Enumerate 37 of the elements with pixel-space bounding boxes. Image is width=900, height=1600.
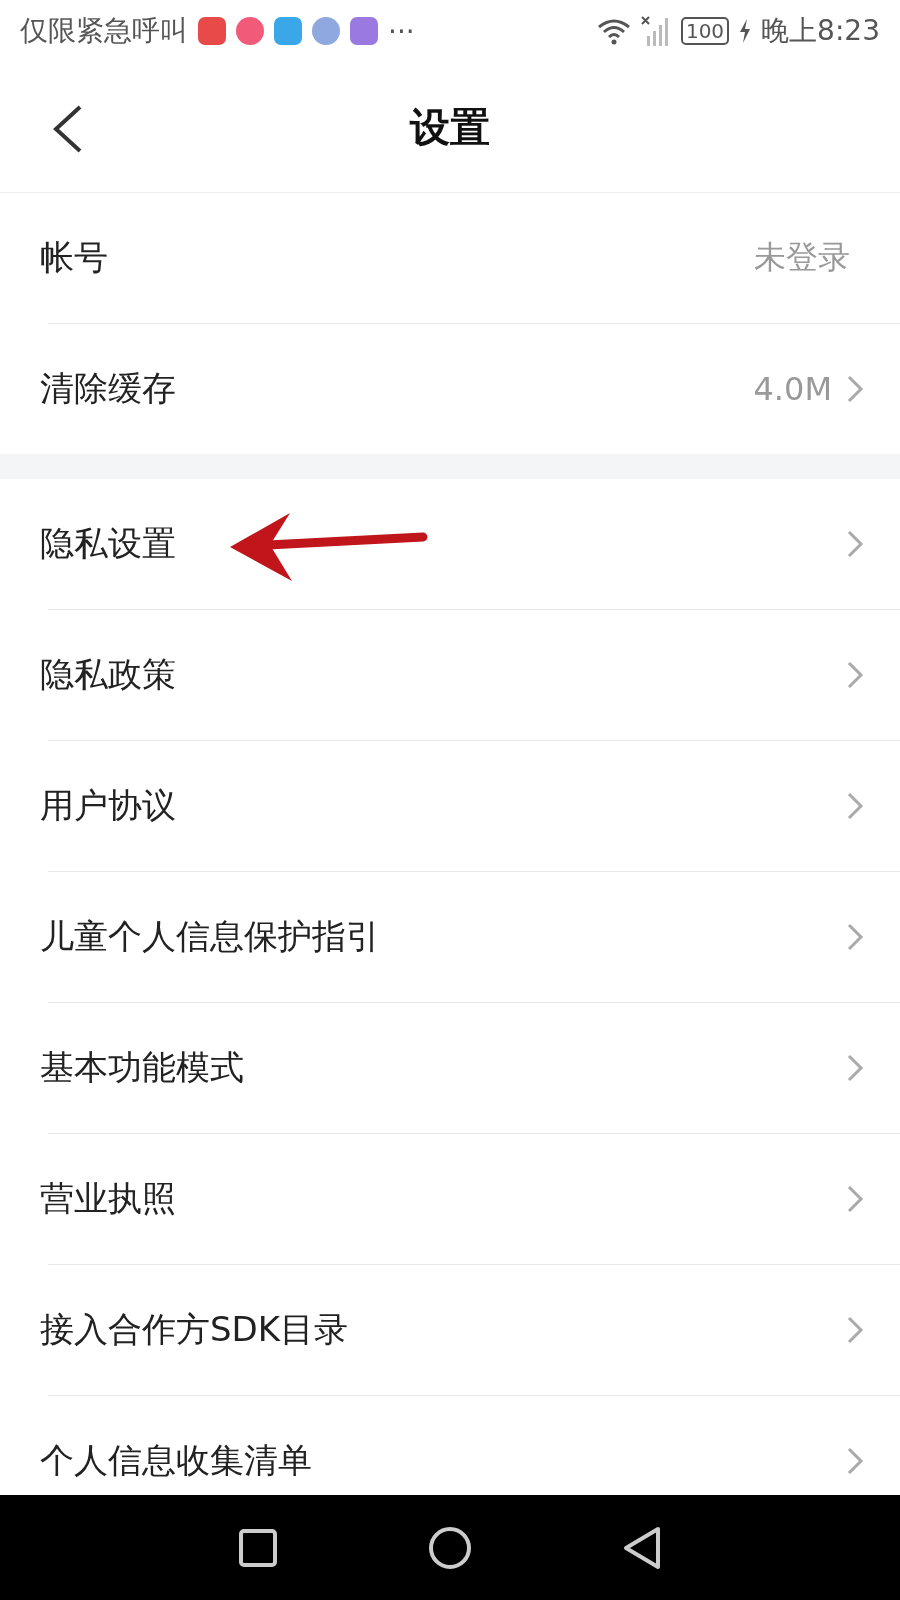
app-icon <box>198 17 226 45</box>
settings-row[interactable]: 帐号 未登录 <box>0 193 900 323</box>
settings-row[interactable]: 清除缓存 4.0M <box>0 324 900 454</box>
battery-level: 100 <box>680 17 730 45</box>
back-nav-icon[interactable] <box>622 1525 662 1570</box>
settings-row[interactable]: 营业执照 <box>0 1134 900 1264</box>
settings-row[interactable]: 隐私设置 <box>0 479 900 609</box>
recent-apps-icon[interactable] <box>238 1527 278 1568</box>
row-label: 基本功能模式 <box>40 1046 244 1089</box>
app-icon <box>236 17 264 45</box>
row-label: 接入合作方SDK目录 <box>40 1308 349 1351</box>
settings-row[interactable]: 个人信息收集清单 <box>0 1396 900 1495</box>
app-icon <box>350 17 378 45</box>
status-notice: 仅限紧急呼叫 <box>20 13 188 49</box>
settings-row[interactable]: 接入合作方SDK目录 <box>0 1265 900 1395</box>
settings-row[interactable]: 隐私政策 <box>0 610 900 740</box>
settings-row[interactable]: 儿童个人信息保护指引 <box>0 872 900 1002</box>
row-label: 隐私政策 <box>40 653 176 696</box>
settings-row[interactable]: 基本功能模式 <box>0 1003 900 1133</box>
settings-row[interactable]: 用户协议 <box>0 741 900 871</box>
row-label: 用户协议 <box>40 784 176 827</box>
row-label: 隐私设置 <box>40 522 176 565</box>
row-label: 帐号 <box>40 236 108 279</box>
row-label: 个人信息收集清单 <box>40 1439 312 1482</box>
row-label: 儿童个人信息保护指引 <box>40 915 380 958</box>
row-label: 营业执照 <box>40 1177 176 1220</box>
clock-time: 晚上8:23 <box>761 13 880 49</box>
row-value: 4.0M <box>753 370 832 408</box>
page-title: 设置 <box>410 102 490 152</box>
home-icon[interactable] <box>428 1525 472 1570</box>
more-notifications: ··· <box>388 14 415 48</box>
wifi-icon <box>596 17 631 45</box>
app-icon <box>312 17 340 45</box>
charging-icon <box>739 19 752 43</box>
row-label: 清除缓存 <box>40 367 176 410</box>
signal-icon <box>640 16 671 46</box>
row-value: 未登录 <box>754 237 850 278</box>
